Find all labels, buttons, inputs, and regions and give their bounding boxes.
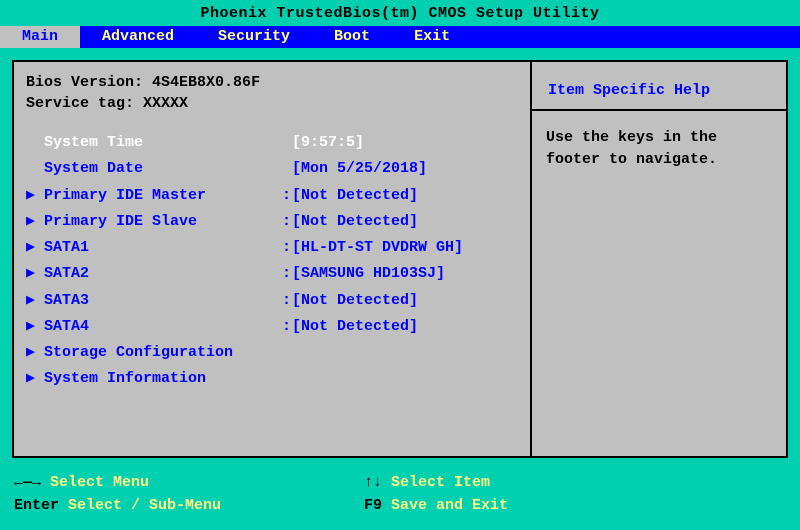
row-value: [Not Detected] <box>292 212 418 232</box>
settings-list: System Time [9:57:5] System Date [Mon 5/… <box>24 130 520 393</box>
row-colon: : <box>282 291 292 311</box>
row-system-date[interactable]: System Date [Mon 5/25/2018] <box>24 156 520 182</box>
help-body: Use the keys in the footer to navigate. <box>542 121 776 177</box>
hint-select-item: Select Item <box>382 474 490 491</box>
row-label: Primary IDE Slave <box>44 212 282 232</box>
row-value[interactable]: [9:57:5] <box>292 133 364 153</box>
submenu-arrow-icon <box>26 238 44 258</box>
hint-key-enter: Enter <box>14 497 59 514</box>
row-label: Storage Configuration <box>44 343 282 363</box>
footer-hints: ←—→ Select Menu ↑↓ Select Item Enter Sel… <box>0 466 800 525</box>
row-value: [Not Detected] <box>292 291 418 311</box>
tab-advanced[interactable]: Advanced <box>80 26 196 48</box>
row-colon: : <box>282 264 292 284</box>
row-value[interactable]: [Mon 5/25/2018] <box>292 159 427 179</box>
row-sata4[interactable]: SATA4 : [Not Detected] <box>24 314 520 340</box>
row-sata1[interactable]: SATA1 : [HL-DT-ST DVDRW GH] <box>24 235 520 261</box>
submenu-arrow-icon <box>26 264 44 284</box>
row-label: System Date <box>44 159 282 179</box>
tab-exit[interactable]: Exit <box>392 26 472 48</box>
service-tag-value: XXXXX <box>143 95 188 112</box>
row-colon <box>282 343 292 363</box>
service-tag-line: Service tag: XXXXX <box>24 93 520 114</box>
row-colon <box>282 159 292 179</box>
row-colon <box>282 133 292 153</box>
row-colon: : <box>282 186 292 206</box>
hint-key-updown: ↑↓ <box>364 474 382 491</box>
row-storage-configuration[interactable]: Storage Configuration <box>24 340 520 366</box>
tab-main[interactable]: Main <box>0 26 80 48</box>
row-label: System Information <box>44 369 282 389</box>
bios-version-value: 4S4EB8X0.86F <box>152 74 260 91</box>
hint-key-f9: F9 <box>364 497 382 514</box>
help-divider <box>532 109 786 111</box>
row-label: SATA4 <box>44 317 282 337</box>
row-value: [SAMSUNG HD103SJ] <box>292 264 445 284</box>
hint-select-submenu: Select / Sub-Menu <box>59 497 221 514</box>
row-label: System Time <box>44 133 282 153</box>
submenu-arrow-icon <box>26 291 44 311</box>
row-sata3[interactable]: SATA3 : [Not Detected] <box>24 288 520 314</box>
row-label: Primary IDE Master <box>44 186 282 206</box>
tab-bar: Main Advanced Security Boot Exit <box>0 26 800 48</box>
row-colon <box>282 369 292 389</box>
submenu-arrow-icon <box>26 369 44 389</box>
row-system-time[interactable]: System Time [9:57:5] <box>24 130 520 156</box>
row-value: [Not Detected] <box>292 186 418 206</box>
bios-version-label: Bios Version: <box>26 74 143 91</box>
submenu-arrow-icon <box>26 212 44 232</box>
service-tag-label: Service tag: <box>26 95 134 112</box>
row-colon: : <box>282 238 292 258</box>
row-value: [HL-DT-ST DVDRW GH] <box>292 238 463 258</box>
row-value: [Not Detected] <box>292 317 418 337</box>
blank-icon <box>26 133 44 153</box>
row-colon: : <box>282 317 292 337</box>
submenu-arrow-icon <box>26 343 44 363</box>
row-primary-ide-slave[interactable]: Primary IDE Slave : [Not Detected] <box>24 209 520 235</box>
blank-icon <box>26 159 44 179</box>
submenu-arrow-icon <box>26 186 44 206</box>
app-title: Phoenix TrustedBios(tm) CMOS Setup Utili… <box>0 0 800 26</box>
work-area: Bios Version: 4S4EB8X0.86F Service tag: … <box>0 48 800 466</box>
submenu-arrow-icon <box>26 317 44 337</box>
row-colon: : <box>282 212 292 232</box>
help-title: Item Specific Help <box>542 72 776 109</box>
tab-security[interactable]: Security <box>196 26 312 48</box>
tab-boot[interactable]: Boot <box>312 26 392 48</box>
row-label: SATA3 <box>44 291 282 311</box>
hint-select-menu: Select Menu <box>41 474 149 491</box>
help-panel: Item Specific Help Use the keys in the f… <box>530 60 788 458</box>
bios-version-line: Bios Version: 4S4EB8X0.86F <box>24 72 520 93</box>
row-system-information[interactable]: System Information <box>24 366 520 392</box>
row-primary-ide-master[interactable]: Primary IDE Master : [Not Detected] <box>24 183 520 209</box>
row-sata2[interactable]: SATA2 : [SAMSUNG HD103SJ] <box>24 261 520 287</box>
hint-save-exit: Save and Exit <box>382 497 508 514</box>
hint-key-leftright: ←—→ <box>14 474 41 491</box>
main-panel: Bios Version: 4S4EB8X0.86F Service tag: … <box>12 60 530 458</box>
row-label: SATA1 <box>44 238 282 258</box>
row-label: SATA2 <box>44 264 282 284</box>
